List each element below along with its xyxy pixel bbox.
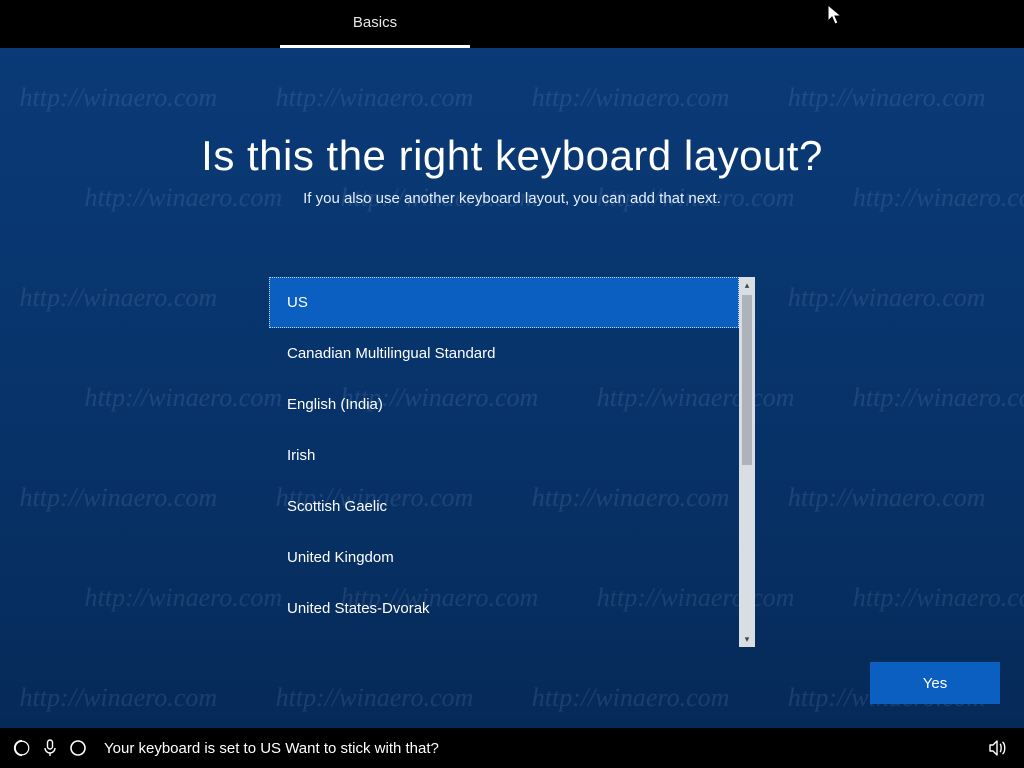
microphone-icon[interactable] xyxy=(36,728,64,768)
scrollbar-up-icon[interactable]: ▴ xyxy=(739,277,755,293)
scrollbar-track[interactable]: ▴ ▾ xyxy=(739,277,755,647)
page-title: Is this the right keyboard layout? xyxy=(0,132,1024,180)
layout-option[interactable]: United Kingdom xyxy=(269,532,739,583)
oobe-main-panel: http://winaero.com http://winaero.com ht… xyxy=(0,48,1024,728)
tab-basics[interactable]: Basics xyxy=(280,0,470,48)
layout-option[interactable]: United States-Dvorak xyxy=(269,583,739,634)
tab-bar: Basics xyxy=(0,0,1024,48)
cortana-status-text: Your keyboard is set to US Want to stick… xyxy=(104,740,439,757)
volume-icon[interactable] xyxy=(984,740,1012,756)
cortana-icon[interactable] xyxy=(64,728,92,768)
layout-option[interactable]: English (India) xyxy=(269,379,739,430)
accessibility-icon[interactable] xyxy=(8,728,36,768)
taskbar: Your keyboard is set to US Want to stick… xyxy=(0,728,1024,768)
page-subtitle: If you also use another keyboard layout,… xyxy=(0,190,1024,207)
layout-option[interactable]: Canadian Multilingual Standard xyxy=(269,328,739,379)
layout-option[interactable]: Irish xyxy=(269,430,739,481)
scrollbar-thumb[interactable] xyxy=(742,295,752,465)
keyboard-layout-list: USCanadian Multilingual StandardEnglish … xyxy=(269,277,755,647)
layout-option[interactable]: Scottish Gaelic xyxy=(269,481,739,532)
layout-option[interactable]: US xyxy=(269,277,739,328)
scrollbar-down-icon[interactable]: ▾ xyxy=(739,631,755,647)
yes-button[interactable]: Yes xyxy=(870,662,1000,704)
